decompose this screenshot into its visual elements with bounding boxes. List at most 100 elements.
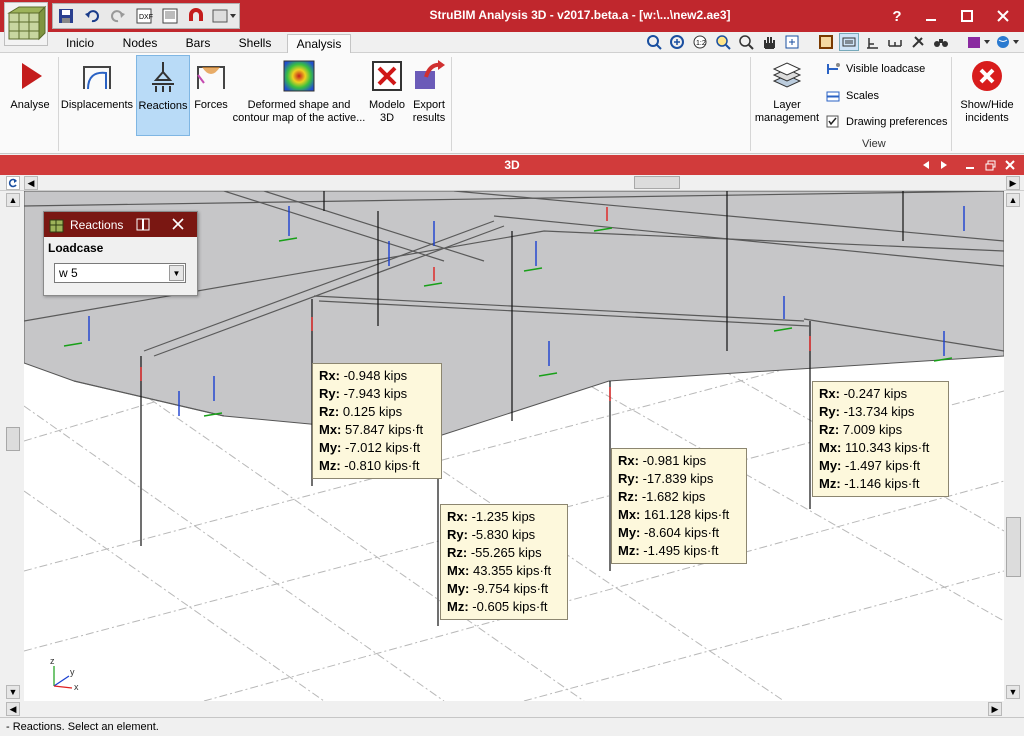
vertical-scrollbar-right[interactable]: ▲ ▼ [1004,191,1024,701]
zoom-window-icon[interactable] [713,33,733,51]
layers-icon [772,62,802,88]
redo-icon[interactable] [105,4,131,28]
quick-access-toolbar: DXF [52,3,240,29]
render-mode-icon[interactable] [839,33,859,51]
modelo-3d-button[interactable]: Modelo 3D [366,55,408,135]
scroll-up-left-icon[interactable]: ▲ [6,193,20,207]
scales-button[interactable]: Scales [826,86,879,106]
scale-bar-icon[interactable] [885,33,905,51]
reactions-button[interactable]: Reactions [136,55,190,136]
title-bar: DXF StruBIM Analysis 3D - v2017.beta.a -… [0,0,1024,32]
close-button[interactable] [986,0,1020,32]
export-label-1: Export [413,99,445,111]
tab-analysis[interactable]: Analysis [287,34,351,53]
reactions-panel-title: Reactions [70,218,124,232]
import-icon[interactable] [157,4,183,28]
minimize-button[interactable] [914,0,948,32]
scroll-thumb-right[interactable] [1006,517,1021,577]
contour-map-icon [283,60,315,92]
scroll-right-icon[interactable]: ▶ [1006,176,1020,190]
reaction-tooltip: Rx: -1.235 kips Ry: -5.830 kips Rz: -55.… [440,504,568,620]
tab-shells[interactable]: Shells [230,34,280,53]
visible-loadcase-button[interactable]: Visible loadcase [826,59,925,79]
view3d-restore-icon[interactable] [982,157,998,173]
loadcase-label: Loadcase [48,241,104,255]
scroll-right-bottom-icon[interactable]: ▶ [988,702,1002,716]
rotate-view-icon[interactable] [782,33,802,51]
horizontal-scrollbar-bottom[interactable]: ◀ ▶ [0,701,1024,717]
tab-nodes[interactable]: Nodes [114,34,166,53]
save-icon[interactable] [53,4,79,28]
view3d-close-icon[interactable] [1002,157,1018,173]
modelo-label-1: Modelo [368,99,406,111]
scroll-left-icon[interactable]: ◀ [24,176,38,190]
visible-loadcase-label: Visible loadcase [846,63,926,75]
cross-icon [372,61,402,91]
strubim-window: DXF StruBIM Analysis 3D - v2017.beta.a -… [0,0,1024,736]
supports-icon[interactable] [862,33,882,51]
prev-window-icon[interactable] [918,157,934,173]
view-toolbar: 1:2 [644,33,1020,53]
forces-button[interactable]: Forces [191,55,231,135]
pan-hand-icon[interactable] [759,33,779,51]
reactions-label: Reactions [138,100,188,112]
deformed-shape-button[interactable]: Deformed shape and contour map of the ac… [230,55,368,135]
zoom-all-icon[interactable] [667,33,687,51]
chevron-down-icon[interactable]: ▼ [169,265,184,281]
zoom-icon[interactable] [736,33,756,51]
book-icon[interactable] [136,218,150,231]
show-hide-incidents-button[interactable]: Show/Hide incidents [954,55,1020,135]
tab-bars[interactable]: Bars [176,34,220,53]
magnet-icon[interactable] [183,4,209,28]
horizontal-scrollbar-top[interactable]: ◀ ▶ [0,175,1024,191]
view3d-titlebar: 3D [0,155,1024,175]
scroll-thumb-left[interactable] [6,427,20,451]
view-group-label: View [862,138,886,150]
drawing-preferences-button[interactable]: Drawing preferences [826,112,948,132]
binoculars-icon[interactable] [931,33,951,51]
book-icon[interactable] [965,33,991,51]
scroll-down-left-icon[interactable]: ▼ [6,685,20,699]
loadcase-icon [827,63,840,74]
globe-icon[interactable] [994,33,1020,51]
view3d-minimize-icon[interactable] [962,157,978,173]
next-window-icon[interactable] [936,157,952,173]
view-dropdown-icon[interactable] [209,4,239,28]
layer-management-button[interactable]: Layer management [752,55,822,135]
drawing-preferences-label: Drawing preferences [846,116,948,128]
frame-view-icon[interactable] [816,33,836,51]
ribbon-tabs: Inicio Nodes Bars Shells Analysis 1:2 [0,32,1024,53]
displacements-icon [83,66,111,90]
export-results-icon [415,60,445,89]
tab-inicio[interactable]: Inicio [58,34,102,53]
analyse-button[interactable]: Analyse [4,55,56,135]
help-button[interactable]: ? [880,0,914,32]
zoom-scale-icon[interactable]: 1:2 [690,33,710,51]
displacements-button[interactable]: Displacements [60,55,134,135]
view3d-title: 3D [504,158,520,172]
maximize-button[interactable] [950,0,984,32]
forces-icon [197,66,225,89]
undo-icon[interactable] [79,4,105,28]
tools-icon[interactable] [908,33,928,51]
play-icon [22,63,42,89]
refresh-icon[interactable] [6,176,20,190]
export-icon[interactable]: DXF [131,4,157,28]
window-title: StruBIM Analysis 3D - v2017.beta.a - [w:… [429,8,731,22]
scroll-left-bottom-icon[interactable]: ◀ [6,702,20,716]
svg-text:DXF: DXF [139,14,153,21]
vertical-scrollbar-left[interactable]: ▲ ▼ [0,191,24,701]
zoom-previous-icon[interactable] [644,33,664,51]
close-icon[interactable] [172,218,184,230]
forces-label: Forces [194,99,228,111]
checkbox-icon [826,115,839,128]
scroll-down-right-icon[interactable]: ▼ [1006,685,1020,699]
displacements-label: Displacements [60,99,134,111]
export-results-button[interactable]: Export results [408,55,450,135]
scroll-thumb-top[interactable] [634,176,680,189]
loadcase-select[interactable]: w 5 ▼ [54,263,186,283]
scroll-up-right-icon[interactable]: ▲ [1006,193,1020,207]
reaction-tooltip: Rx: -0.981 kips Ry: -17.839 kips Rz: -1.… [611,448,747,564]
app-logo-icon[interactable] [4,2,48,46]
reactions-panel-titlebar[interactable]: Reactions [44,212,197,237]
